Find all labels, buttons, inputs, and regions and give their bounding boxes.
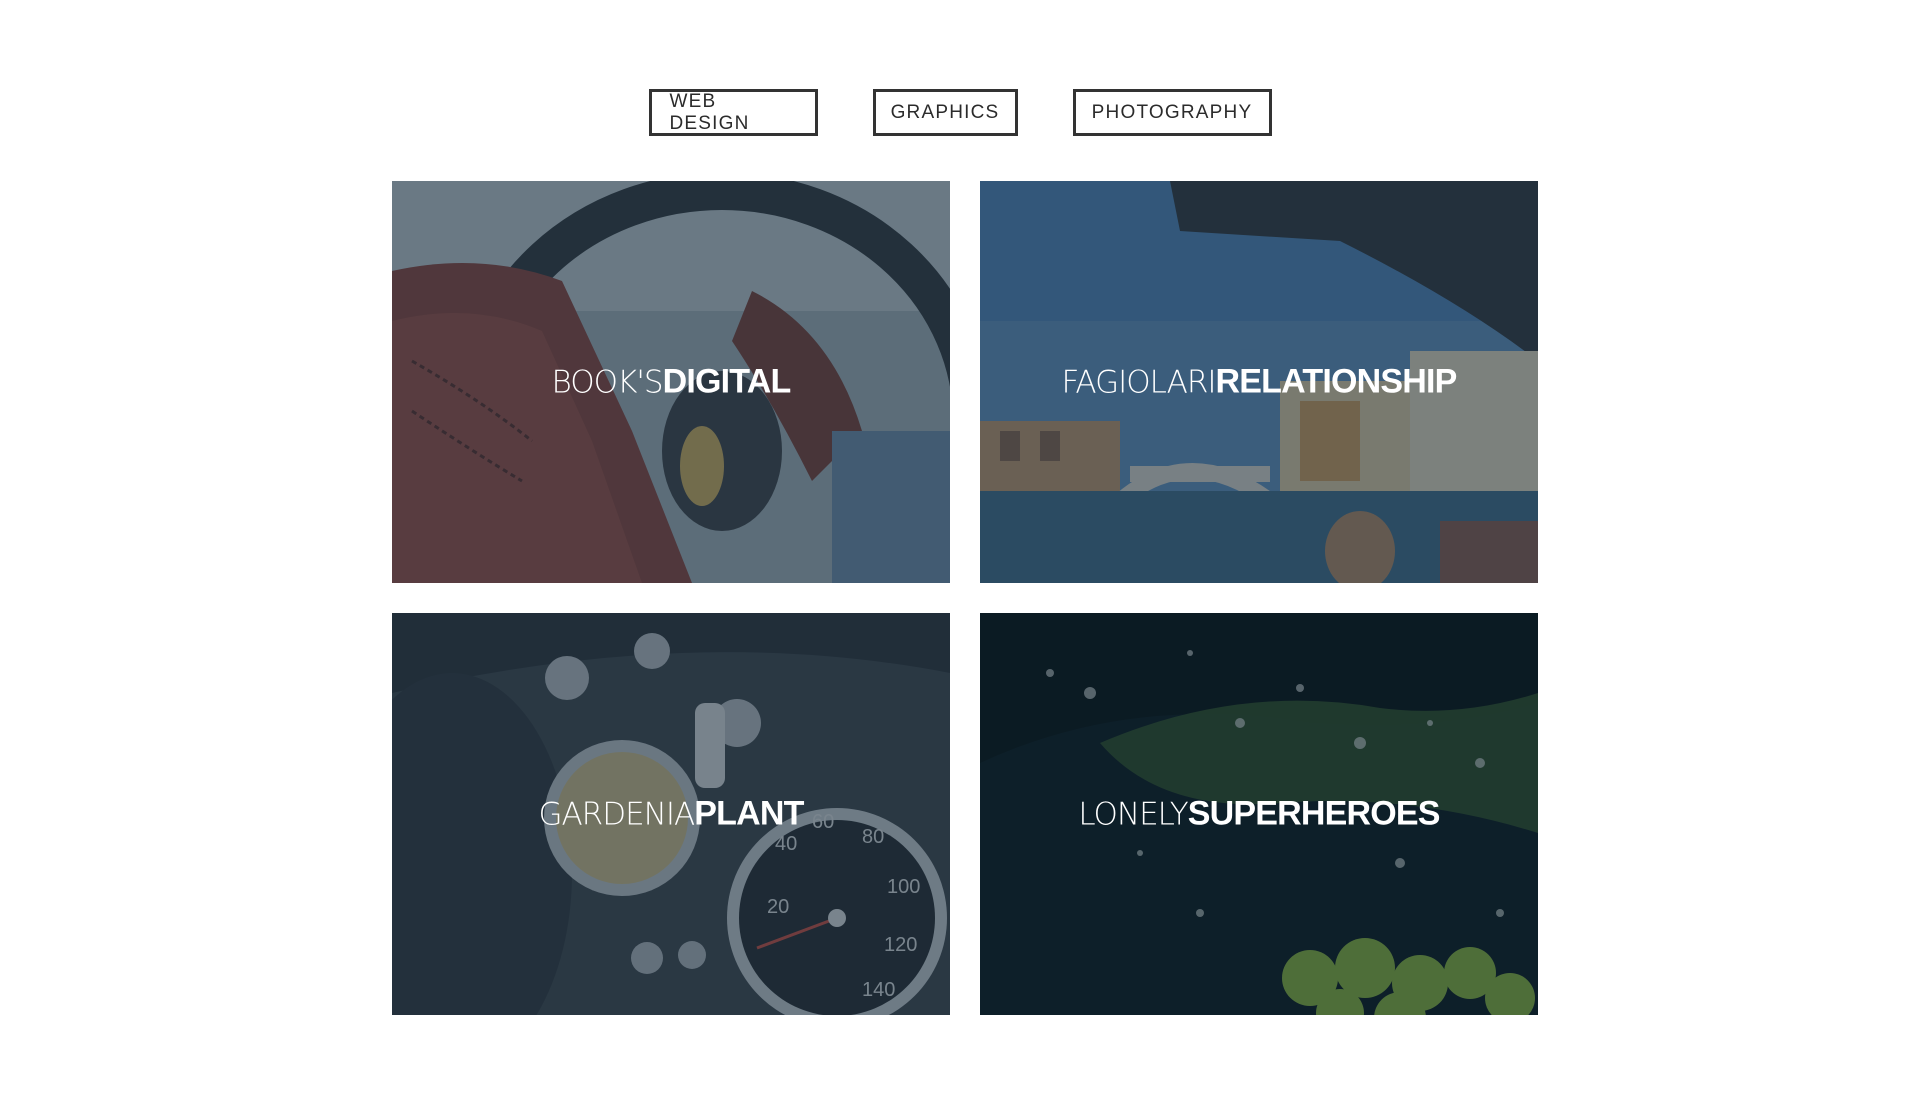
filter-graphics-button[interactable]: GRAPHICS [872,89,1018,136]
portfolio-filter-bar: WEB DESIGN GRAPHICS PHOTOGRAPHY [0,89,1920,136]
portfolio-item-title: LONELYSUPERHEROES [980,795,1538,834]
title-bold: DIGITAL [662,362,792,401]
title-light: FAGIOLARI [1061,364,1216,401]
filter-photography-button[interactable]: PHOTOGRAPHY [1072,89,1272,136]
portfolio-page: WEB DESIGN GRAPHICS PHOTOGRAPHY BOOK'SDI… [0,0,1920,1096]
title-bold: PLANT [694,794,804,833]
portfolio-item-books-digital[interactable]: BOOK'SDIGITAL [392,181,950,583]
portfolio-item-title: BOOK'SDIGITAL [392,363,950,402]
title-bold: SUPERHEROES [1187,794,1441,833]
portfolio-item-gardenia-plant[interactable]: 20 40 60 80 100 120 140 GARDENIAPLANT [392,613,950,1015]
portfolio-grid: BOOK'SDIGITAL FAGIOLARIRELATIONSHIP GARD… [392,181,1538,1015]
filter-web-design-button[interactable]: WEB DESIGN [648,89,818,136]
portfolio-item-fagiolari-relationship[interactable]: FAGIOLARIRELATIONSHIP [980,181,1538,583]
title-light: LONELY [1078,796,1188,833]
portfolio-item-lonely-superheroes[interactable]: LONELYSUPERHEROES [980,613,1538,1015]
portfolio-item-title: GARDENIAPLANT [392,795,950,834]
title-light: GARDENIA [538,796,695,833]
title-light: BOOK'S [551,364,664,401]
portfolio-item-title: FAGIOLARIRELATIONSHIP [980,363,1538,402]
title-bold: RELATIONSHIP [1215,362,1458,401]
